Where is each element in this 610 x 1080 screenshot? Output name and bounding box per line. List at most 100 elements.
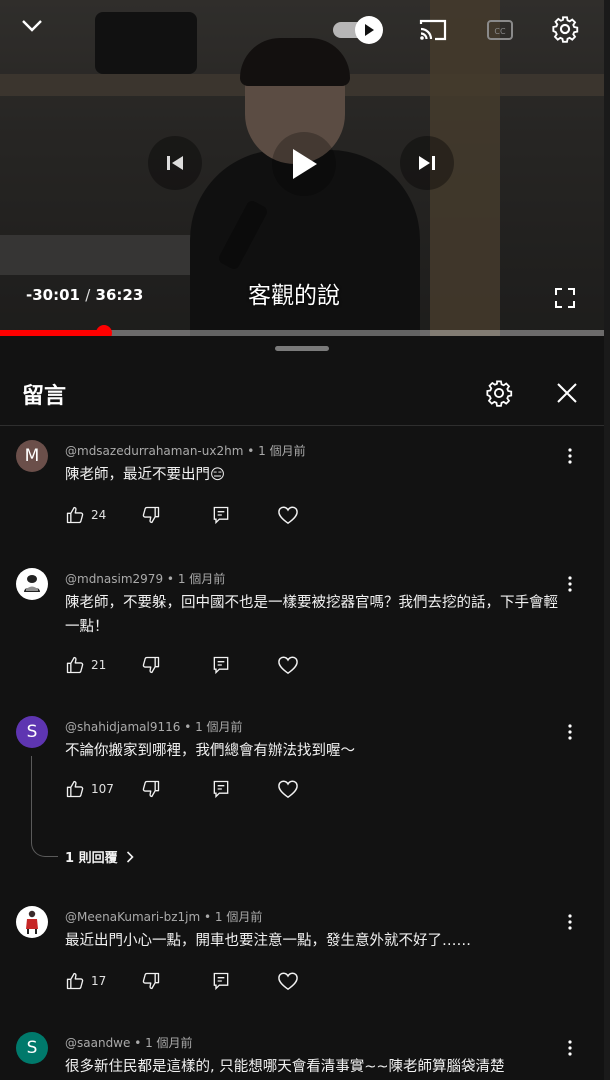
view-replies-button[interactable]: 1 則回覆 xyxy=(65,847,134,866)
screen-edge xyxy=(604,0,610,1080)
skip-previous-icon xyxy=(167,156,183,170)
comments-panel: 留言 M @mdsazedurrahaman-ux2hm • 1 個月前 陳老師… xyxy=(0,336,604,1080)
play-button[interactable] xyxy=(272,132,336,196)
avatar[interactable]: S xyxy=(16,716,48,748)
skip-next-button[interactable] xyxy=(400,136,454,190)
thumbs-up-icon xyxy=(66,972,84,990)
chevron-right-icon xyxy=(126,850,134,863)
more-vert-icon[interactable] xyxy=(560,444,580,468)
reply-comment-icon xyxy=(213,656,229,675)
dislike-button[interactable] xyxy=(141,505,211,525)
dislike-button[interactable] xyxy=(141,971,211,991)
thumbs-down-icon xyxy=(142,506,160,524)
comment-actions: 24 xyxy=(65,502,299,528)
reply-comment-icon xyxy=(213,972,229,991)
autoplay-toggle[interactable] xyxy=(333,16,385,44)
comment-time: 1 個月前 xyxy=(195,720,243,734)
avatar[interactable] xyxy=(16,568,48,600)
comment-meta: @mdsazedurrahaman-ux2hm • 1 個月前 xyxy=(65,444,306,458)
comment-author[interactable]: @shahidjamal9116 xyxy=(65,720,180,734)
comment-text: 最近出門小心一點，開車也要注意一點，發生意外就不好了…… xyxy=(65,933,471,949)
divider xyxy=(0,425,604,426)
reply-button[interactable] xyxy=(211,655,277,675)
comment-meta: @MeenaKumari-bz1jm • 1 個月前 xyxy=(65,910,263,924)
thumbs-up-icon xyxy=(66,656,84,674)
heart-icon xyxy=(278,972,298,991)
video-caption: 客觀的說 xyxy=(248,283,340,309)
dislike-button[interactable] xyxy=(141,655,211,675)
cast-icon[interactable] xyxy=(415,14,451,46)
play-icon xyxy=(355,16,383,44)
dislike-button[interactable] xyxy=(141,779,211,799)
time-total: 36:23 xyxy=(95,286,144,304)
comment-actions: 107 xyxy=(65,776,299,802)
comment-meta: @mdnasim2979 • 1 個月前 xyxy=(65,572,226,586)
more-vert-icon[interactable] xyxy=(560,572,580,596)
comment-text: 很多新住民都是這樣的, 只能想哪天會看清事實~~陳老師算腦袋清楚 xyxy=(65,1059,505,1075)
chevron-down-icon[interactable] xyxy=(16,12,48,40)
like-button[interactable]: 107 xyxy=(65,779,141,799)
comment-meta: @saandwe • 1 個月前 xyxy=(65,1036,193,1050)
more-vert-icon[interactable] xyxy=(560,1036,580,1060)
like-button[interactable]: 21 xyxy=(65,655,141,675)
like-count: 107 xyxy=(91,782,114,796)
like-button[interactable]: 17 xyxy=(65,971,141,991)
play-icon xyxy=(293,149,317,179)
heart-button[interactable] xyxy=(277,655,299,675)
comment-time: 1 個月前 xyxy=(177,572,226,586)
comment-text: 陳老師，不要躲，回中國不也是一樣要被挖器官嗎？我們去挖的話，下手會輕一點！ xyxy=(65,595,558,635)
like-count: 17 xyxy=(91,974,107,988)
heart-icon xyxy=(278,780,298,799)
reply-comment-icon xyxy=(213,506,229,525)
thumbs-up-icon xyxy=(66,506,84,524)
heart-button[interactable] xyxy=(277,779,299,799)
comment-time: 1 個月前 xyxy=(214,910,263,924)
reply-comment-icon xyxy=(213,780,229,799)
comment-author[interactable]: @mdnasim2979 xyxy=(65,572,163,586)
comment-actions: 17 xyxy=(65,968,299,994)
drag-handle[interactable] xyxy=(275,346,329,351)
fullscreen-icon[interactable] xyxy=(550,284,580,312)
closed-captions-icon[interactable]: CC xyxy=(484,16,516,44)
avatar[interactable]: M xyxy=(16,440,48,472)
heart-button[interactable] xyxy=(277,971,299,991)
reply-thread-line xyxy=(31,756,58,857)
reply-button[interactable] xyxy=(211,779,277,799)
video-player[interactable]: CC -30:01 / 36:23 客觀的說 xyxy=(0,0,610,336)
avatar[interactable]: S xyxy=(16,1032,48,1064)
heart-icon xyxy=(278,506,298,525)
like-count: 21 xyxy=(91,658,107,672)
comment-text: 陳老師，最近不要出門😑 xyxy=(65,467,226,483)
thumbs-down-icon xyxy=(142,972,160,990)
time-separator: / xyxy=(85,286,91,304)
like-count: 24 xyxy=(91,508,107,522)
comment-time: 1 個月前 xyxy=(145,1036,193,1050)
like-button[interactable]: 24 xyxy=(65,505,141,525)
time-remaining: -30:01 xyxy=(26,286,80,304)
heart-button[interactable] xyxy=(277,505,299,525)
more-vert-icon[interactable] xyxy=(560,910,580,934)
reply-button[interactable] xyxy=(211,971,277,991)
comment-author[interactable]: @saandwe xyxy=(65,1036,130,1050)
comment-meta: @shahidjamal9116 • 1 個月前 xyxy=(65,720,243,734)
gear-icon[interactable] xyxy=(482,376,516,410)
reply-button[interactable] xyxy=(211,505,277,525)
comment-time: 1 個月前 xyxy=(258,444,306,458)
comment-author[interactable]: @mdsazedurrahaman-ux2hm xyxy=(65,444,243,458)
thumbs-down-icon xyxy=(142,780,160,798)
svg-text:CC: CC xyxy=(494,27,506,36)
comment-text: 不論你搬家到哪裡，我們總會有辦法找到喔～ xyxy=(65,743,355,759)
close-icon[interactable] xyxy=(550,376,584,410)
avatar-figure-icon xyxy=(24,575,40,592)
comment-author[interactable]: @MeenaKumari-bz1jm xyxy=(65,910,200,924)
avatar-figure-icon xyxy=(26,910,38,934)
comment-actions: 21 xyxy=(65,652,299,678)
time-display: -30:01 / 36:23 xyxy=(26,286,143,304)
panel-title: 留言 xyxy=(22,384,67,409)
more-vert-icon[interactable] xyxy=(560,720,580,744)
thumbs-down-icon xyxy=(142,656,160,674)
avatar[interactable] xyxy=(16,906,48,938)
gear-icon[interactable] xyxy=(548,12,582,46)
skip-previous-button[interactable] xyxy=(148,136,202,190)
heart-icon xyxy=(278,656,298,675)
